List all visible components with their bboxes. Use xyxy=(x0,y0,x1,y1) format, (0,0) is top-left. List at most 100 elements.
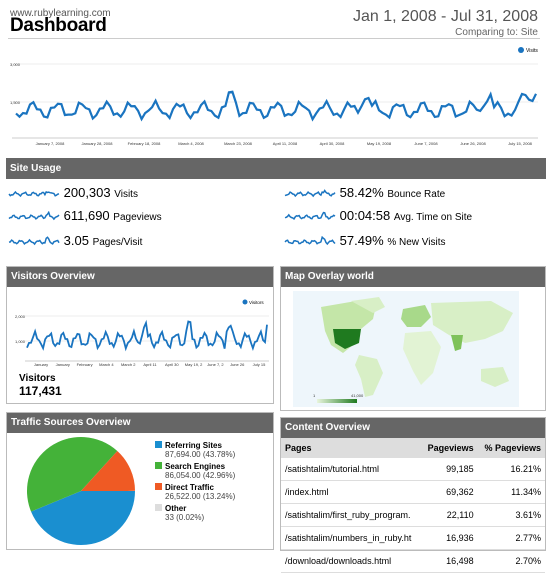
date-range[interactable]: Jan 1, 2008 - Jul 31, 2008 xyxy=(353,8,538,26)
content-overview-header[interactable]: Content Overview xyxy=(281,418,545,438)
traffic-pie[interactable] xyxy=(11,433,151,549)
map-overlay-panel: Map Overlay world 1 41,000 xyxy=(280,266,546,411)
search-name: Search Engines xyxy=(165,462,225,471)
spark-visits xyxy=(8,188,60,200)
metric-pages-visit-value: 3.05 xyxy=(64,233,89,248)
metric-pageviews-label: Pageviews xyxy=(113,212,161,223)
row-views: 99,185 xyxy=(421,458,477,481)
col-pct-pageviews[interactable]: % Pageviews xyxy=(478,438,545,458)
col-pageviews[interactable]: Pageviews xyxy=(421,438,477,458)
x-tick-label: March 4 xyxy=(99,362,114,367)
traffic-sources-panel: Traffic Sources Overview Referring Sites… xyxy=(6,412,274,550)
x-tick-label: April 30 xyxy=(165,362,179,367)
x-tick-label: June 7, 2 xyxy=(207,362,224,367)
map-scale-bar xyxy=(317,399,357,403)
x-tick-label: January 28, 2008 xyxy=(82,141,114,146)
metric-visits-value: 200,303 xyxy=(64,185,111,200)
row-views: 22,110 xyxy=(421,504,477,527)
site-usage-panel: 200,303 Visits 58.42% Bounce Rate 611,69… xyxy=(6,182,546,260)
visitors-overview-panel: Visitors Overview Visitors 2,000 1,000 J… xyxy=(6,266,274,404)
comparing-label: Comparing to: Site xyxy=(455,27,538,38)
metric-avg-time[interactable]: 00:04:58 Avg. Time on Site xyxy=(284,208,472,223)
metric-bounce-rate[interactable]: 58.42% Bounce Rate xyxy=(284,185,445,200)
main-visits-chart[interactable]: Visits 3,000 1,500 January 7, 2008Januar… xyxy=(8,42,540,150)
direct-detail: 26,522.00 (13.24%) xyxy=(165,492,235,501)
metric-new-visits[interactable]: 57.49% % New Visits xyxy=(284,233,446,248)
page-title: Dashboard xyxy=(10,15,107,37)
metric-bounce-value: 58.42% xyxy=(340,185,384,200)
world-map[interactable]: 1 41,000 xyxy=(281,287,545,409)
x-tick-label: January xyxy=(34,362,48,367)
row-page[interactable]: /satishtalim/first_ruby_program. xyxy=(281,504,421,527)
swatch-referring xyxy=(155,441,162,448)
row-page[interactable]: /satishtalim/tutorial.html xyxy=(281,458,421,481)
row-pct: 16.21% xyxy=(478,458,545,481)
main-legend-dot xyxy=(518,47,524,53)
x-tick-label: January xyxy=(56,362,70,367)
col-pages[interactable]: Pages xyxy=(281,438,421,458)
spark-new-visits xyxy=(284,236,336,248)
x-tick-label: May 19, 2008 xyxy=(367,141,392,146)
visitors-legend-label: Visitors xyxy=(249,300,264,305)
main-chart-svg: Visits 3,000 1,500 January 7, 2008Januar… xyxy=(8,42,540,150)
main-y-label-top: 3,000 xyxy=(10,62,21,67)
x-tick-label: June 26, 2008 xyxy=(460,141,486,146)
metric-visits[interactable]: 200,303 Visits xyxy=(8,185,138,200)
x-tick-label: April 11, 2008 xyxy=(273,141,298,146)
header-divider xyxy=(8,38,540,39)
table-row: /satishtalim/tutorial.html 99,185 16.21% xyxy=(281,458,545,481)
spark-bounce-rate xyxy=(284,188,336,200)
table-row: /satishtalim/first_ruby_program. 22,110 … xyxy=(281,504,545,527)
row-views: 16,936 xyxy=(421,527,477,550)
traffic-legend-direct[interactable]: Direct Traffic 26,522.00 (13.24%) xyxy=(155,483,271,501)
row-page[interactable]: /index.html xyxy=(281,481,421,504)
x-tick-label: January 7, 2008 xyxy=(36,141,65,146)
direct-name: Direct Traffic xyxy=(165,483,214,492)
metric-avg-time-value: 00:04:58 xyxy=(340,208,391,223)
table-row: /index.html 69,362 11.34% xyxy=(281,481,545,504)
x-tick-label: June 7, 2008 xyxy=(414,141,438,146)
row-views: 69,362 xyxy=(421,481,477,504)
visitors-overview-header[interactable]: Visitors Overview xyxy=(7,267,273,287)
traffic-sources-header[interactable]: Traffic Sources Overview xyxy=(7,413,273,433)
traffic-legend-search[interactable]: Search Engines 86,054.00 (42.96%) xyxy=(155,462,271,480)
content-table-header: Pages Pageviews % Pageviews xyxy=(281,438,545,458)
metric-bounce-label: Bounce Rate xyxy=(387,189,445,200)
main-y-label-mid: 1,500 xyxy=(10,100,21,105)
table-row: /satishtalim/numbers_in_ruby.ht 16,936 2… xyxy=(281,527,545,550)
row-pct: 3.61% xyxy=(478,504,545,527)
metric-pages-visit[interactable]: 3.05 Pages/Visit xyxy=(8,233,142,248)
main-x-ticks: January 7, 2008 January 28, 2008 February … xyxy=(36,141,533,146)
visitors-legend-dot xyxy=(243,300,248,305)
other-name: Other xyxy=(165,504,186,513)
x-tick-label: March 23, 2008 xyxy=(224,141,253,146)
spark-pages-visit xyxy=(8,236,60,248)
visitors-line xyxy=(27,322,267,349)
x-tick-label: July 15 xyxy=(253,362,266,367)
row-pct: 11.34% xyxy=(478,481,545,504)
metric-pageviews-value: 611,690 xyxy=(64,208,110,223)
swatch-other xyxy=(155,504,162,511)
metric-new-visits-value: 57.49% xyxy=(340,233,384,248)
metric-pageviews[interactable]: 611,690 Pageviews xyxy=(8,208,162,223)
referring-detail: 87,694.00 (43.78%) xyxy=(165,450,235,459)
visitors-y-label-mid: 1,000 xyxy=(15,339,26,344)
row-pct: 2.77% xyxy=(478,527,545,550)
swatch-direct xyxy=(155,483,162,490)
map-overlay-header[interactable]: Map Overlay world xyxy=(281,267,545,287)
x-tick-label: July 15, 2008 xyxy=(508,141,533,146)
metric-new-visits-label: % New Visits xyxy=(387,237,445,248)
row-page[interactable]: /satishtalim/numbers_in_ruby.ht xyxy=(281,527,421,550)
visitors-chart[interactable]: Visitors 2,000 1,000 January January Febru… xyxy=(7,287,273,367)
traffic-legend-referring[interactable]: Referring Sites 87,694.00 (43.78%) xyxy=(155,441,271,459)
search-detail: 86,054.00 (42.96%) xyxy=(165,471,235,480)
metric-visits-label: Visits xyxy=(114,189,138,200)
x-tick-label: February xyxy=(77,362,93,367)
other-detail: 33 (0.02%) xyxy=(165,513,204,522)
x-tick-label: May 19, 2 xyxy=(185,362,203,367)
x-tick-label: February 18, 2008 xyxy=(128,141,161,146)
visitors-y-label-top: 2,000 xyxy=(15,314,26,319)
spark-avg-time xyxy=(284,211,336,223)
traffic-legend-other[interactable]: Other 33 (0.02%) xyxy=(155,504,271,522)
metric-avg-time-label: Avg. Time on Site xyxy=(394,212,472,223)
